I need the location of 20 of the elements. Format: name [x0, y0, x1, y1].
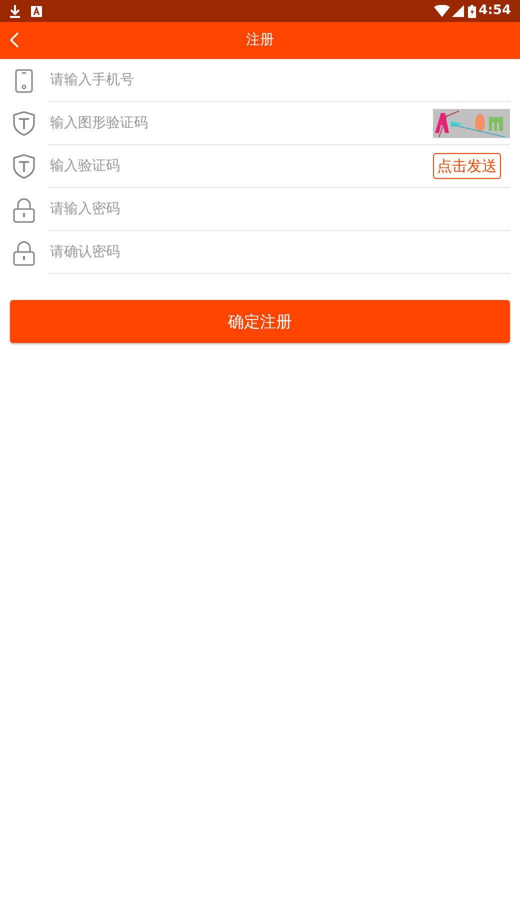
- shield-icon: [13, 154, 35, 179]
- input-field[interactable]: 请输入手机号: [48, 65, 510, 95]
- input-field[interactable]: 请确认密码: [48, 237, 510, 267]
- send-code-button[interactable]: 点击发送: [433, 153, 501, 179]
- page-title: 注册: [246, 31, 274, 50]
- back-button[interactable]: [8, 31, 20, 49]
- phone-icon: [15, 68, 33, 92]
- download-icon: [9, 4, 21, 18]
- input-field[interactable]: 输入验证码: [48, 151, 433, 181]
- register-button[interactable]: 确定注册: [10, 300, 510, 343]
- input-field[interactable]: 输入图形验证码: [48, 108, 433, 138]
- input-field[interactable]: 请输入密码: [48, 194, 510, 224]
- lock-icon: [13, 240, 35, 266]
- status-time: 4:54: [478, 2, 511, 20]
- battery-icon: [468, 4, 476, 18]
- wifi-icon: [434, 5, 450, 17]
- lock-icon: [13, 196, 35, 222]
- signal-icon: [452, 5, 464, 17]
- shield-icon: [13, 111, 35, 136]
- notification-icon: [31, 6, 42, 16]
